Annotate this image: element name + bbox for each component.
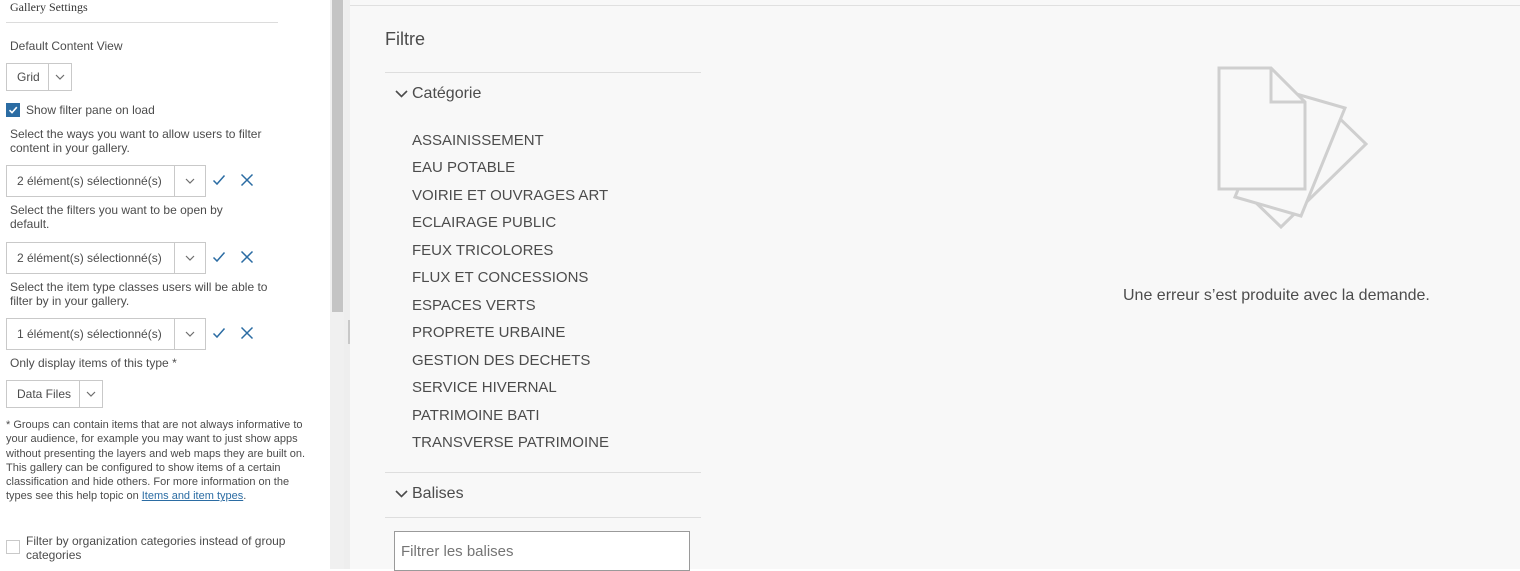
category-item[interactable]: VOIRIE ET OUVRAGES ART xyxy=(412,187,608,204)
category-item[interactable]: FEUX TRICOLORES xyxy=(412,242,553,259)
item-classes-label: Select the item type classes users will … xyxy=(10,280,268,308)
filter-ways-label: Select the ways you want to allow users … xyxy=(10,127,262,155)
open-filters-label: Select the filters you want to be open b… xyxy=(10,203,223,231)
only-display-select[interactable]: Data Files xyxy=(6,380,104,408)
chevron-down-icon[interactable] xyxy=(80,391,102,397)
apply-check-icon[interactable] xyxy=(210,248,228,266)
category-item[interactable]: ESPACES VERTS xyxy=(412,297,536,314)
chevron-down-icon[interactable] xyxy=(175,331,205,337)
clear-close-icon[interactable] xyxy=(238,171,256,189)
category-item[interactable]: SERVICE HIVERNAL xyxy=(412,379,557,396)
filter-pane-title: Filtre xyxy=(385,29,425,49)
gallery-main: Filtre Catégorie ASSAINISSEMENT EAU POTA… xyxy=(350,0,1520,571)
show-filter-checkbox[interactable] xyxy=(6,103,20,117)
category-item[interactable]: PROPRETE URBAINE xyxy=(412,324,565,341)
item-classes-select[interactable]: 1 élément(s) sélectionné(s) xyxy=(6,318,206,350)
chevron-down-icon[interactable] xyxy=(175,255,205,261)
category-item[interactable]: PATRIMOINE BATI xyxy=(412,407,540,424)
default-view-value: Grid xyxy=(17,70,40,84)
category-item[interactable]: EAU POTABLE xyxy=(412,159,515,176)
category-item[interactable]: TRANSVERSE PATRIMOINE xyxy=(412,434,609,451)
filter-divider xyxy=(385,472,701,473)
filter-divider xyxy=(385,517,701,518)
check-icon xyxy=(8,106,18,114)
error-message: Une erreur s’est produite avec la demand… xyxy=(1123,287,1430,304)
clear-close-icon[interactable] xyxy=(238,324,256,342)
category-section-toggle[interactable]: Catégorie xyxy=(395,85,481,103)
tags-filter-input[interactable] xyxy=(394,531,690,571)
only-display-label: Only display items of this type * xyxy=(10,356,177,370)
filter-divider xyxy=(385,72,701,73)
settings-scrollbar-thumb[interactable] xyxy=(332,0,343,312)
tags-section-label: Balises xyxy=(412,485,464,502)
filter-ways-value: 2 élément(s) sélectionné(s) xyxy=(17,174,162,188)
apply-check-icon[interactable] xyxy=(210,171,228,189)
only-display-value: Data Files xyxy=(17,387,72,401)
show-filter-label: Show filter pane on load xyxy=(26,103,155,117)
tags-section-toggle[interactable]: Balises xyxy=(395,485,464,503)
chevron-down-icon[interactable] xyxy=(49,74,71,80)
category-item[interactable]: FLUX ET CONCESSIONS xyxy=(412,269,588,286)
chevron-down-icon xyxy=(395,490,408,498)
category-item[interactable]: ECLAIRAGE PUBLIC xyxy=(412,214,556,231)
items-and-item-types-link[interactable]: Items and item types xyxy=(142,490,244,502)
documents-icon xyxy=(1217,66,1369,230)
default-view-label: Default Content View xyxy=(10,39,123,53)
filter-ways-select[interactable]: 2 élément(s) sélectionné(s) xyxy=(6,165,206,197)
item-classes-value: 1 élément(s) sélectionné(s) xyxy=(17,327,162,341)
default-view-select[interactable]: Grid xyxy=(6,63,72,91)
settings-title-divider xyxy=(6,22,278,23)
category-item[interactable]: ASSAINISSEMENT xyxy=(412,132,544,149)
gallery-settings-panel: Gallery Settings Default Content View Gr… xyxy=(0,0,330,569)
main-top-divider xyxy=(350,5,1520,6)
apply-check-icon[interactable] xyxy=(210,324,228,342)
org-categories-label: Filter by organization categories instea… xyxy=(26,534,286,562)
chevron-down-icon xyxy=(395,90,408,98)
category-item[interactable]: GESTION DES DECHETS xyxy=(412,352,590,369)
open-filters-value: 2 élément(s) sélectionné(s) xyxy=(17,251,162,265)
clear-close-icon[interactable] xyxy=(238,248,256,266)
note-end: . xyxy=(243,490,247,503)
chevron-down-icon[interactable] xyxy=(175,178,205,184)
settings-title: Gallery Settings xyxy=(10,0,88,14)
org-categories-checkbox[interactable] xyxy=(6,540,20,554)
category-section-label: Catégorie xyxy=(412,85,482,102)
open-filters-select[interactable]: 2 élément(s) sélectionné(s) xyxy=(6,242,206,274)
item-types-note: * Groups can contain items that are not … xyxy=(6,418,312,504)
